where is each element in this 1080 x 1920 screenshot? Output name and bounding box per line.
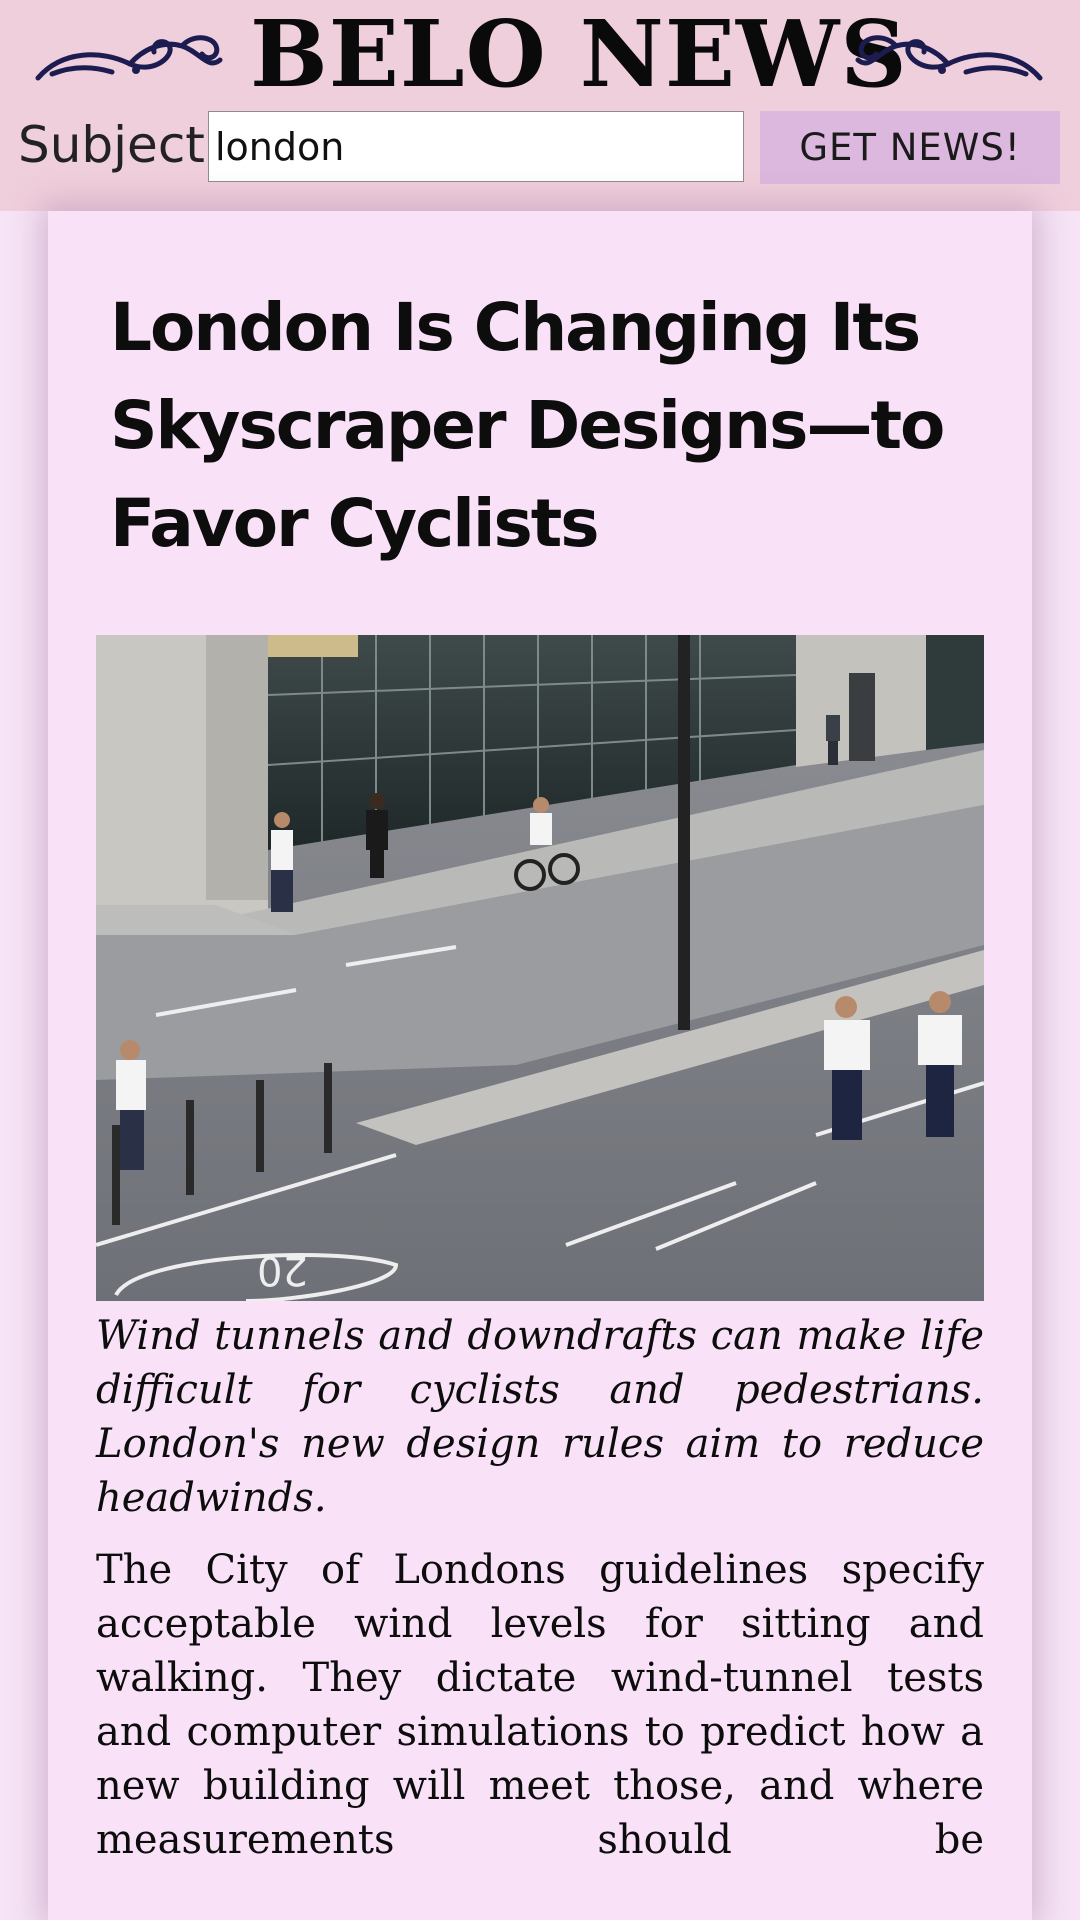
masthead: BELO NEWS xyxy=(0,0,1080,108)
road-marking-text: 20 xyxy=(257,1247,308,1293)
subject-label: Subject: xyxy=(18,116,222,174)
article-card: London Is Changing Its Skyscraper Design… xyxy=(48,211,1032,1920)
subject-input[interactable] xyxy=(208,111,744,182)
right-flourish-icon xyxy=(855,35,1043,81)
article-body: The City of Londons guidelines specify a… xyxy=(96,1547,984,1863)
article-photo: 20 xyxy=(96,635,984,1301)
left-flourish-icon xyxy=(35,35,223,81)
get-news-button[interactable]: GET NEWS! xyxy=(760,111,1060,184)
article-headline: London Is Changing Its Skyscraper Design… xyxy=(110,289,945,562)
site-title: BELO NEWS xyxy=(250,0,908,108)
image-caption: Wind tunnels and downdrafts can make lif… xyxy=(96,1313,984,1521)
site-header: BELO NEWS Subject: GET NEWS! xyxy=(0,0,1080,211)
